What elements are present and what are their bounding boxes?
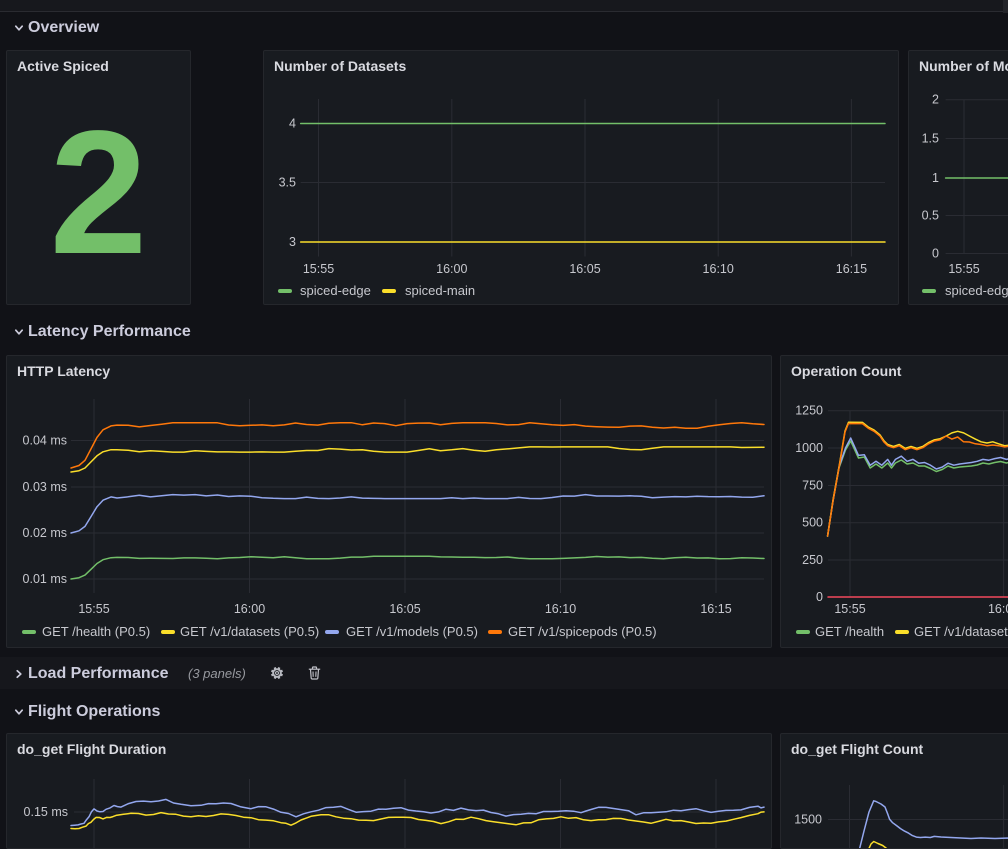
svg-text:16:05: 16:05: [569, 262, 600, 276]
svg-text:GET /health: GET /health: [815, 624, 884, 639]
svg-text:GET /v1/models (P0.5): GET /v1/models (P0.5): [346, 624, 478, 639]
svg-text:750: 750: [802, 479, 823, 493]
svg-text:16:00: 16:00: [988, 602, 1008, 616]
svg-text:0.04 ms: 0.04 ms: [23, 434, 67, 448]
svg-text:1250: 1250: [795, 404, 823, 418]
svg-text:1000: 1000: [795, 441, 823, 455]
svg-text:3: 3: [289, 235, 296, 249]
svg-text:GET /v1/datasets: GET /v1/datasets: [914, 624, 1008, 639]
svg-text:0.01 ms: 0.01 ms: [23, 572, 67, 586]
svg-text:16:00: 16:00: [436, 262, 467, 276]
svg-text:16:05: 16:05: [389, 602, 420, 616]
svg-text:16:15: 16:15: [836, 262, 867, 276]
svg-text:1.5: 1.5: [922, 132, 939, 146]
svg-text:15:55: 15:55: [948, 262, 979, 276]
svg-text:GET /v1/spicepods (P0.5): GET /v1/spicepods (P0.5): [508, 624, 657, 639]
svg-text:0.5: 0.5: [922, 209, 939, 223]
svg-text:3.5: 3.5: [279, 176, 296, 190]
svg-text:0.15 ms: 0.15 ms: [24, 805, 68, 819]
svg-text:spiced-edge: spiced-edge: [300, 283, 371, 298]
svg-text:GET /health (P0.5): GET /health (P0.5): [42, 624, 150, 639]
svg-text:15:55: 15:55: [303, 262, 334, 276]
svg-text:1500: 1500: [794, 813, 822, 827]
svg-text:0.02 ms: 0.02 ms: [23, 526, 67, 540]
svg-text:2: 2: [932, 93, 939, 107]
svg-text:4: 4: [289, 117, 296, 131]
svg-text:1: 1: [932, 171, 939, 185]
svg-text:0: 0: [932, 247, 939, 261]
svg-text:16:15: 16:15: [700, 602, 731, 616]
svg-text:16:10: 16:10: [703, 262, 734, 276]
svg-text:15:55: 15:55: [78, 602, 109, 616]
svg-text:250: 250: [802, 553, 823, 567]
svg-text:15:55: 15:55: [834, 602, 865, 616]
svg-text:0.03 ms: 0.03 ms: [23, 480, 67, 494]
svg-text:spiced-main: spiced-main: [405, 283, 475, 298]
svg-text:0: 0: [816, 590, 823, 604]
svg-text:16:10: 16:10: [545, 602, 576, 616]
svg-text:spiced-edge: spiced-edge: [945, 283, 1008, 298]
svg-text:GET /v1/datasets (P0.5): GET /v1/datasets (P0.5): [180, 624, 319, 639]
svg-text:16:00: 16:00: [234, 602, 265, 616]
svg-text:500: 500: [802, 516, 823, 530]
